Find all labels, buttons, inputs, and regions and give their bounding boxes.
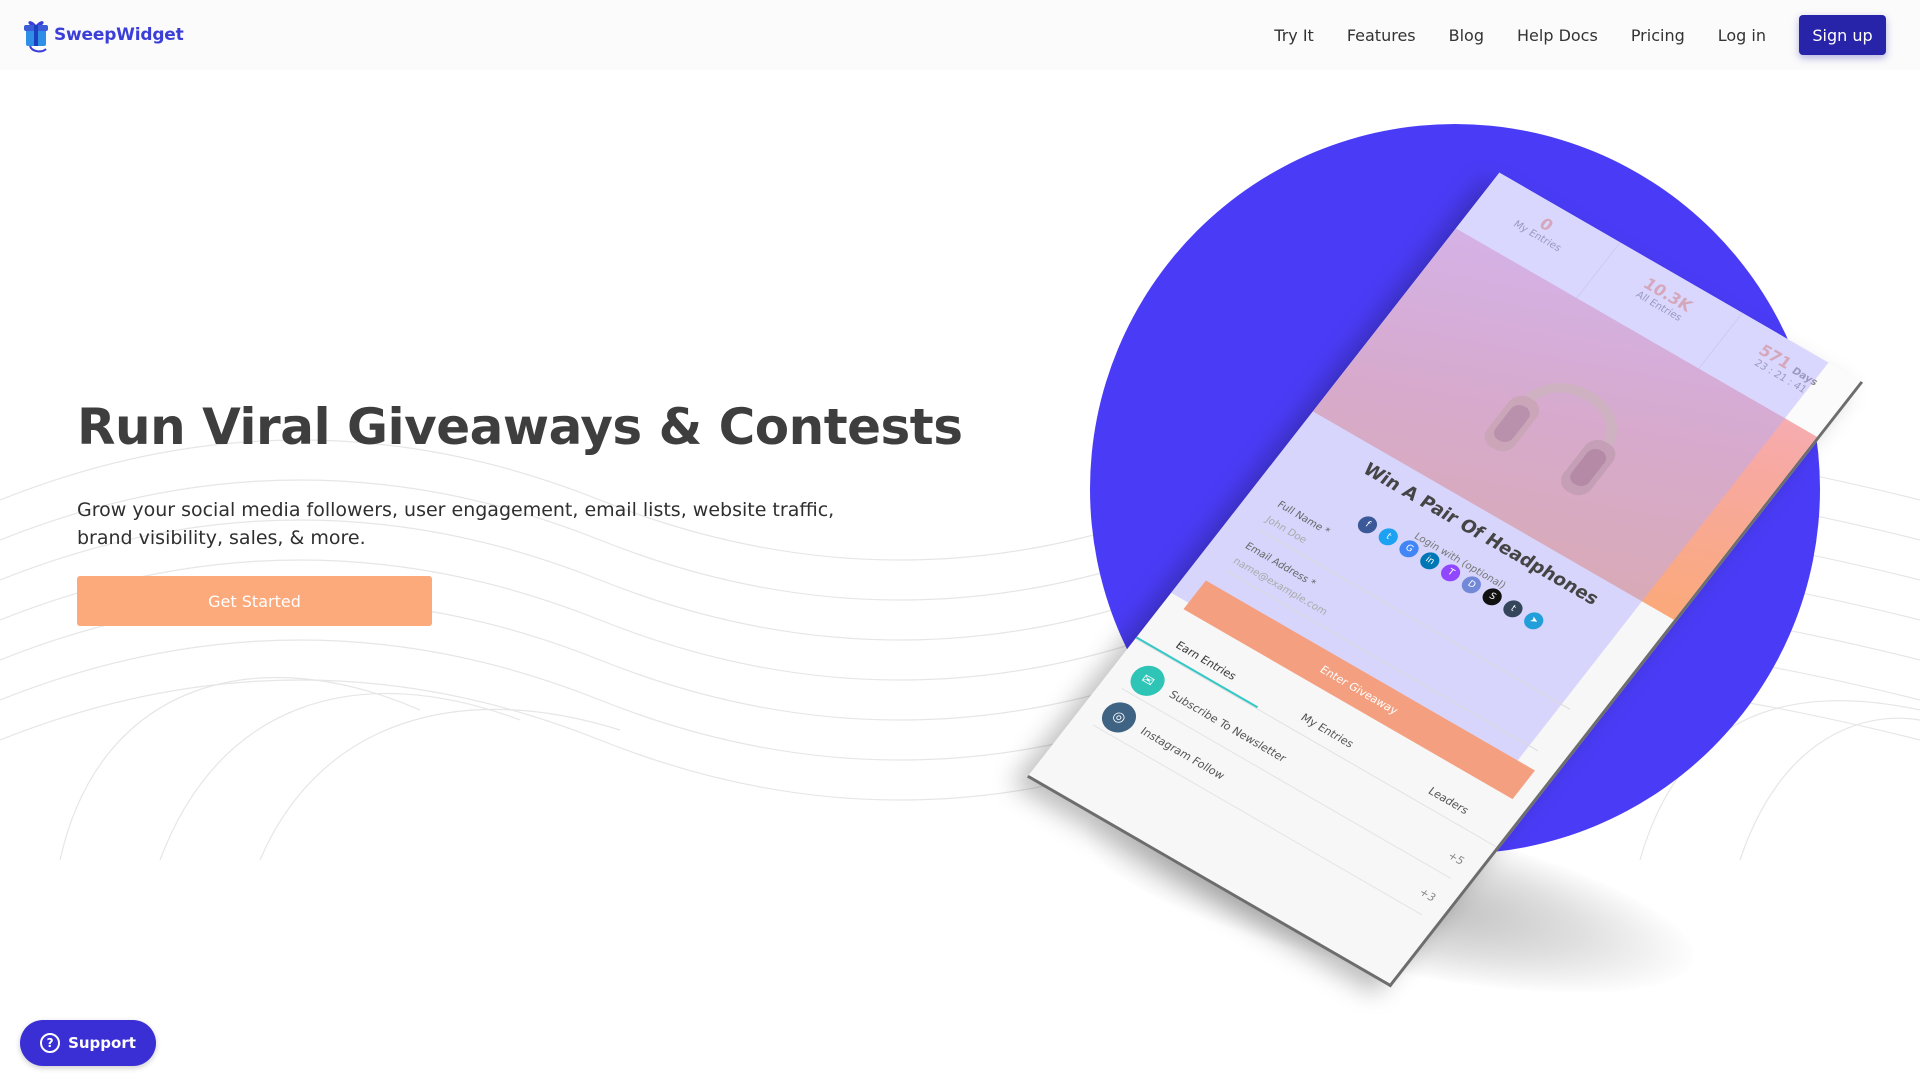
site-header: SweepWidget Try It Features Blog Help Do… [0,0,1920,70]
nav-help-docs[interactable]: Help Docs [1517,26,1598,45]
get-started-button[interactable]: Get Started [77,576,432,626]
nav-pricing[interactable]: Pricing [1631,26,1685,45]
gift-icon [24,21,48,53]
nav-try-it[interactable]: Try It [1274,26,1314,45]
support-button[interactable]: ? Support [20,1020,156,1066]
brand-name: SweepWidget [54,25,184,45]
nav-features[interactable]: Features [1347,26,1416,45]
entry-points: +5 [1445,849,1468,868]
nav-log-in[interactable]: Log in [1718,26,1766,45]
landing-page: SweepWidget Try It Features Blog Help Do… [0,0,1920,1080]
envelope-icon: ✉ [1124,659,1172,702]
hero-title: Run Viral Giveaways & Contests [77,398,963,456]
hero-subtitle: Grow your social media followers, user e… [77,499,835,549]
nav-blog[interactable]: Blog [1449,26,1484,45]
brand-logo[interactable]: SweepWidget [20,16,184,54]
instagram-icon: ◎ [1095,696,1144,738]
main-nav: Try It Features Blog Help Docs Pricing L… [1274,0,1920,70]
sign-up-button[interactable]: Sign up [1799,15,1886,55]
question-circle-icon: ? [40,1033,61,1053]
entry-points: +3 [1416,885,1439,905]
support-label: Support [68,1034,136,1052]
